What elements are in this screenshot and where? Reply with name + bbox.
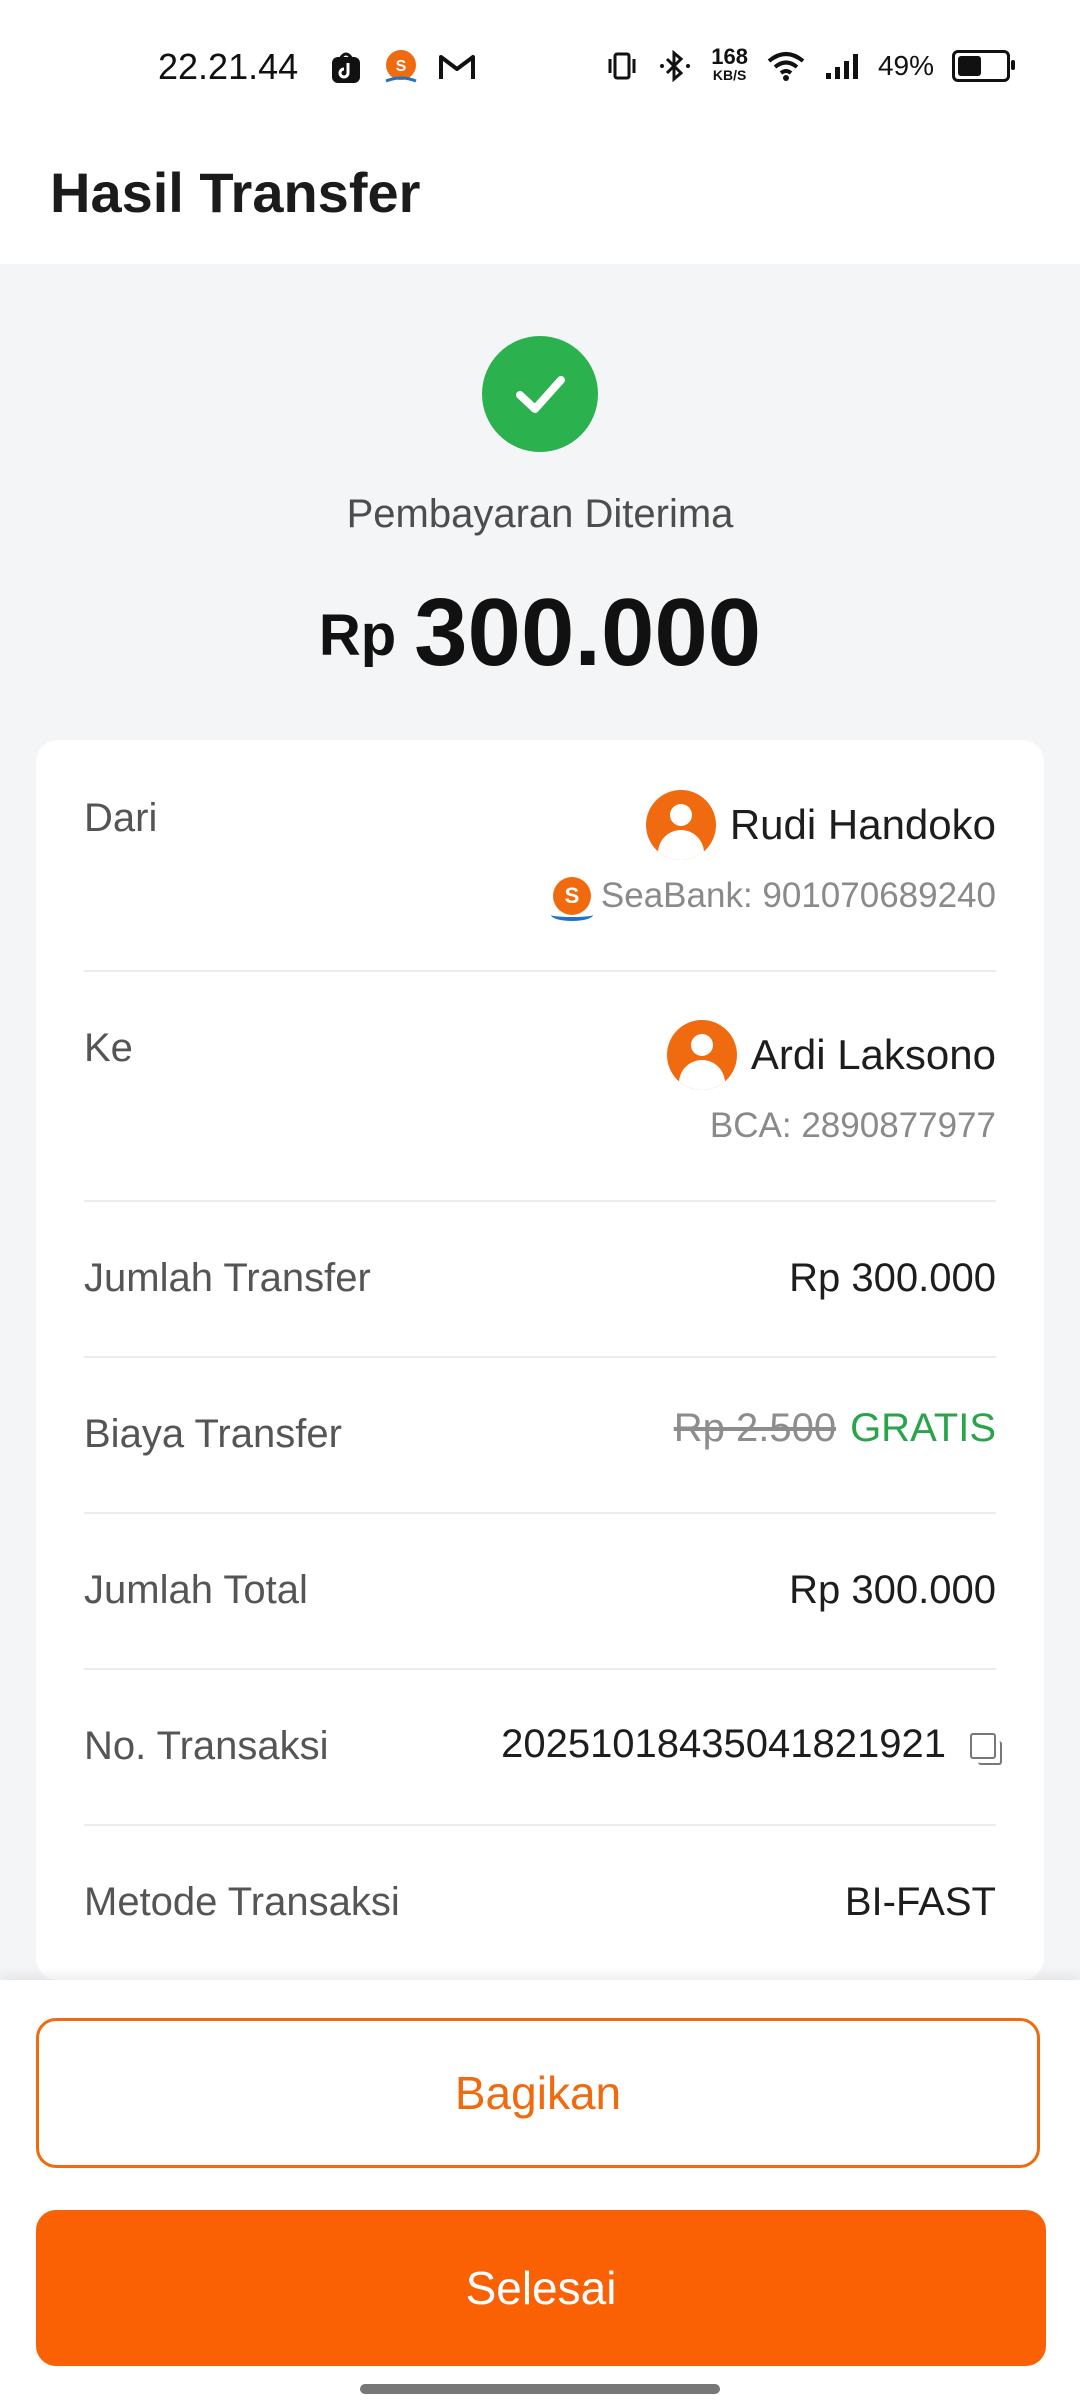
transfer-amount-value: Rp 300.000	[789, 1256, 996, 1300]
home-indicator[interactable]	[360, 2384, 720, 2394]
vibrate-icon	[608, 52, 636, 80]
transfer-amount-display: Rp 300.000	[0, 578, 1080, 688]
sender-name: Rudi Handoko	[729, 801, 996, 848]
done-button[interactable]: Selesai	[36, 2210, 1046, 2366]
signal-icon	[825, 54, 858, 79]
app-header: Hasil Transfer	[0, 130, 1080, 264]
sender-account: S SeaBank: 901070689240	[550, 876, 996, 921]
transaction-no-value: 20251018435041821921	[501, 1722, 946, 1766]
sender-avatar	[645, 790, 716, 860]
wifi-icon	[767, 52, 805, 81]
row-to: Ke Ardi Laksono BCA: 2890877977	[84, 970, 996, 1202]
transaction-no: 20251018435041821921	[501, 1722, 1002, 1767]
share-button[interactable]: Bagikan	[36, 2018, 1040, 2168]
method-label: Metode Transaksi	[84, 1880, 400, 1924]
transfer-fee-value: Rp 2.500 GRATIS	[674, 1406, 996, 1451]
copy-icon[interactable]	[970, 1733, 1002, 1766]
recipient-avatar	[666, 1020, 737, 1090]
seabank-icon: S	[385, 50, 417, 83]
sender: Rudi Handoko	[645, 790, 996, 860]
battery-percent: 49%	[877, 50, 934, 81]
transfer-details-card: Dari Rudi Handoko S SeaBank: 90107068924…	[36, 740, 1044, 1980]
original-fee: Rp 2.500	[673, 1406, 837, 1450]
network-speed-unit: KB/S	[712, 67, 747, 83]
recipient-account: BCA: 2890877977	[710, 1106, 996, 1146]
method-value: BI-FAST	[844, 1880, 996, 1924]
sender-bank-account: SeaBank: 901070689240	[600, 876, 996, 915]
amount-value: 300.000	[414, 579, 762, 686]
row-method: Metode Transaksi BI-FAST	[84, 1824, 996, 1980]
bluetooth-icon	[660, 50, 691, 82]
row-transaction-no: No. Transaksi 20251018435041821921	[84, 1668, 1002, 1826]
status-time: 22.21.44	[158, 46, 299, 87]
page-title: Hasil Transfer	[50, 161, 421, 224]
seabank-logo-icon: S	[550, 877, 593, 921]
transfer-fee-label: Biaya Transfer	[84, 1412, 342, 1456]
row-from: Dari Rudi Handoko S SeaBank: 90107068924…	[84, 740, 996, 972]
svg-text:S: S	[396, 58, 407, 75]
success-check-icon	[482, 336, 598, 452]
total-value: Rp 300.000	[789, 1568, 996, 1612]
row-total: Jumlah Total Rp 300.000	[84, 1512, 996, 1670]
row-transfer-amount: Jumlah Transfer Rp 300.000	[84, 1200, 996, 1358]
from-label: Dari	[84, 796, 158, 840]
recipient: Ardi Laksono	[666, 1020, 996, 1090]
status-bar: 22.21.44 S 168 KB/S 49%	[0, 0, 1080, 130]
recipient-name: Ardi Laksono	[750, 1031, 996, 1078]
amount-currency: Rp	[318, 603, 397, 668]
tiktok-shop-icon	[332, 52, 360, 83]
battery-fill	[958, 56, 981, 76]
recipient-bank-account: BCA: 2890877977	[709, 1106, 996, 1145]
row-transfer-fee: Biaya Transfer Rp 2.500 GRATIS	[84, 1356, 996, 1514]
network-speed: 168 KB/S	[711, 44, 748, 84]
total-label: Jumlah Total	[84, 1568, 308, 1612]
to-label: Ke	[84, 1026, 133, 1070]
battery-icon	[952, 50, 1015, 82]
notification-icons: S	[328, 48, 476, 86]
system-icons: 168 KB/S 49%	[605, 44, 1015, 84]
payment-status: Pembayaran Diterima	[346, 492, 734, 536]
gmail-icon	[439, 55, 475, 79]
fee-free-badge: GRATIS	[850, 1406, 996, 1450]
bottom-action-bar: Bagikan Selesai	[0, 1980, 1080, 2400]
transfer-amount-label: Jumlah Transfer	[84, 1256, 371, 1300]
transaction-no-label: No. Transaksi	[84, 1724, 329, 1768]
network-speed-value: 168	[711, 44, 748, 69]
